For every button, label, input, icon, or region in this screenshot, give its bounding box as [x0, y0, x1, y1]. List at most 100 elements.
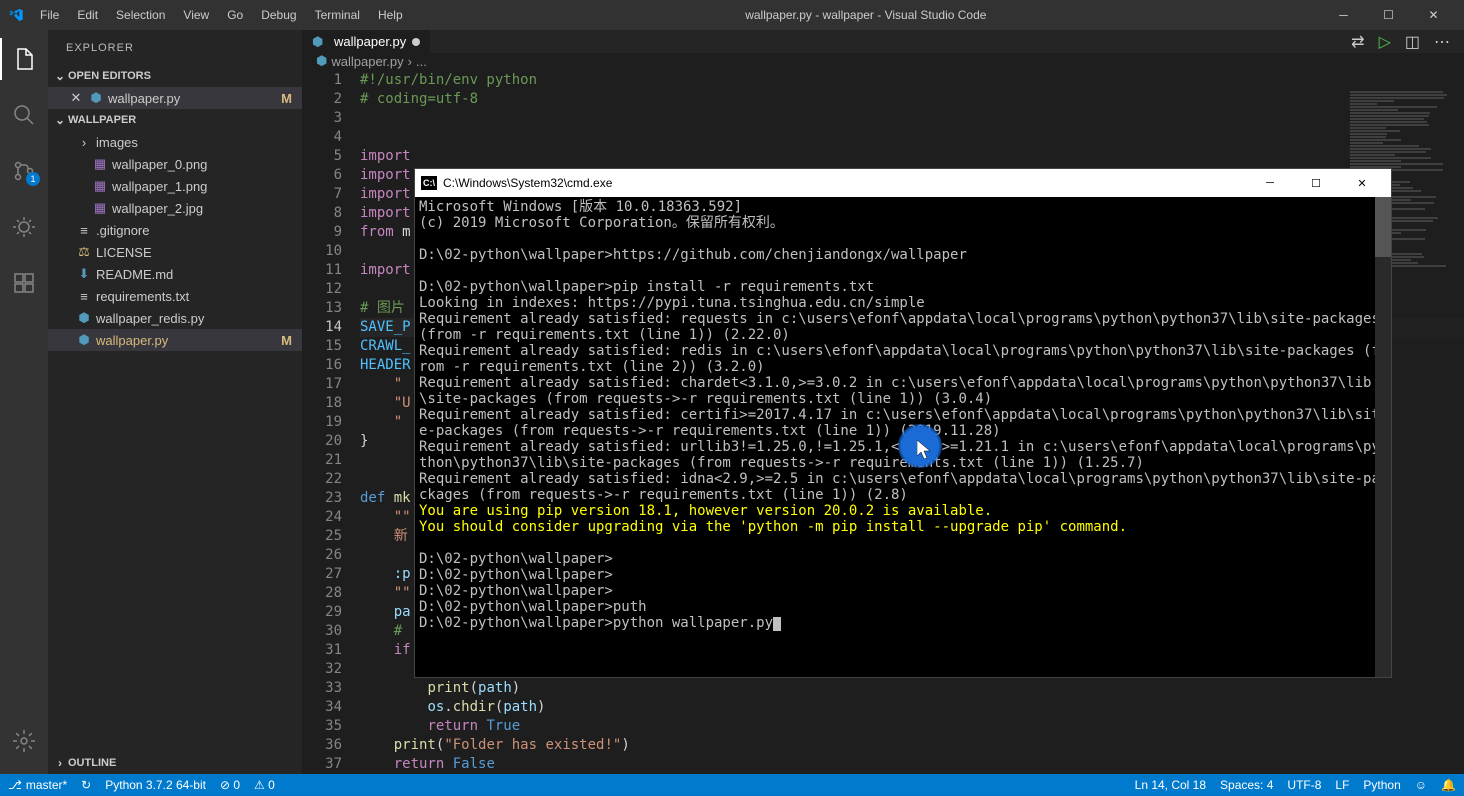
cmd-title-text: C:\Windows\System32\cmd.exe [443, 176, 612, 190]
code-line[interactable]: print("Folder has existed!") [360, 736, 1464, 755]
menu-debug[interactable]: Debug [253, 4, 304, 26]
scrollbar-thumb[interactable] [1375, 197, 1391, 257]
split-editor-icon[interactable]: ◫ [1405, 32, 1420, 52]
line-number: 36 [302, 736, 342, 755]
open-editors-header[interactable]: ⌄OPEN EDITORS [48, 65, 302, 87]
language-mode[interactable]: Python [1363, 778, 1400, 792]
line-number: 17 [302, 375, 342, 394]
file-item[interactable]: ≡.gitignore [48, 219, 302, 241]
line-number: 13 [302, 299, 342, 318]
modified-indicator: M [281, 333, 292, 348]
activity-bar: 1 [0, 30, 48, 774]
explorer-sidebar: EXPLORER ⌄OPEN EDITORS ✕⬢wallpaper.pyM ⌄… [48, 30, 302, 774]
line-number: 10 [302, 242, 342, 261]
cmd-maximize-button[interactable]: ☐ [1293, 169, 1339, 197]
tab-wallpaper-py[interactable]: ⬢ wallpaper.py [302, 30, 431, 53]
compare-changes-icon[interactable]: ⇄ [1351, 32, 1364, 52]
git-branch[interactable]: ⎇ master* [8, 778, 67, 792]
more-actions-icon[interactable]: ⋯ [1434, 32, 1450, 52]
img-icon: ▦ [92, 200, 108, 216]
cmd-titlebar[interactable]: C:\ C:\Windows\System32\cmd.exe ─ ☐ ✕ [415, 169, 1391, 197]
close-icon[interactable]: ✕ [68, 90, 84, 106]
code-line[interactable]: # coding=utf-8 [360, 90, 1464, 109]
editor-tabs: ⬢ wallpaper.py ⇄ ▷ ◫ ⋯ [302, 30, 1464, 53]
window-controls: ─ ☐ ✕ [1321, 0, 1456, 30]
menu-terminal[interactable]: Terminal [307, 4, 368, 26]
minimize-button[interactable]: ─ [1321, 0, 1366, 30]
line-number: 35 [302, 717, 342, 736]
line-number: 6 [302, 166, 342, 185]
file-item[interactable]: ⬢wallpaper_redis.py [48, 307, 302, 329]
debug-icon[interactable] [0, 206, 48, 248]
file-item[interactable]: ▦wallpaper_1.png [48, 175, 302, 197]
line-number: 21 [302, 451, 342, 470]
python-interpreter[interactable]: Python 3.7.2 64-bit [105, 778, 206, 792]
img-icon: ▦ [92, 178, 108, 194]
line-number: 20 [302, 432, 342, 451]
menu-go[interactable]: Go [219, 4, 251, 26]
workspace-header[interactable]: ⌄WALLPAPER [48, 109, 302, 131]
problems-warnings[interactable]: ⚠ 0 [254, 778, 275, 792]
search-icon[interactable] [0, 94, 48, 136]
file-item[interactable]: ≡requirements.txt [48, 285, 302, 307]
txt-icon: ≡ [76, 223, 92, 238]
open-editor-item[interactable]: ✕⬢wallpaper.pyM [48, 87, 302, 109]
outline-header[interactable]: ›OUTLINE [48, 752, 302, 774]
file-item[interactable]: ⬢wallpaper.pyM [48, 329, 302, 351]
code-line[interactable]: os.chdir(path) [360, 698, 1464, 717]
close-button[interactable]: ✕ [1411, 0, 1456, 30]
menu-edit[interactable]: Edit [69, 4, 106, 26]
cursor-position[interactable]: Ln 14, Col 18 [1135, 778, 1206, 792]
problems-errors[interactable]: ⊘ 0 [220, 778, 240, 792]
cmd-minimize-button[interactable]: ─ [1247, 169, 1293, 197]
cmd-output[interactable]: Microsoft Windows [版本 10.0.18363.592] (c… [415, 197, 1391, 677]
menu-selection[interactable]: Selection [108, 4, 173, 26]
line-number: 23 [302, 489, 342, 508]
menu-view[interactable]: View [175, 4, 217, 26]
git-sync[interactable]: ↻ [81, 778, 91, 792]
code-line[interactable]: return False [360, 755, 1464, 774]
line-gutter: 1234567891011121314151617181920212223242… [302, 69, 360, 774]
maximize-button[interactable]: ☐ [1366, 0, 1411, 30]
file-item[interactable]: ▦wallpaper_2.jpg [48, 197, 302, 219]
line-number: 25 [302, 527, 342, 546]
cmd-scrollbar[interactable] [1375, 197, 1391, 677]
extensions-icon[interactable] [0, 262, 48, 304]
explorer-icon[interactable] [0, 38, 48, 80]
menu-help[interactable]: Help [370, 4, 411, 26]
folder-item[interactable]: ›images [48, 131, 302, 153]
code-line[interactable]: import [360, 147, 1464, 166]
line-number: 34 [302, 698, 342, 717]
line-number: 9 [302, 223, 342, 242]
feedback-icon[interactable]: ☺ [1415, 778, 1427, 792]
file-item[interactable]: ⚖LICENSE [48, 241, 302, 263]
line-number: 8 [302, 204, 342, 223]
tab-label: wallpaper.py [334, 34, 406, 49]
code-line[interactable]: return True [360, 717, 1464, 736]
vscode-logo-icon [8, 7, 24, 23]
breadcrumb[interactable]: ⬢ wallpaper.py › ... [302, 53, 1464, 69]
code-line[interactable]: print(path) [360, 679, 1464, 698]
indentation[interactable]: Spaces: 4 [1220, 778, 1273, 792]
line-number: 32 [302, 660, 342, 679]
cmd-window[interactable]: C:\ C:\Windows\System32\cmd.exe ─ ☐ ✕ Mi… [414, 168, 1392, 678]
notifications-icon[interactable]: 🔔 [1441, 778, 1456, 792]
code-line[interactable]: #!/usr/bin/env python [360, 71, 1464, 90]
editor-actions: ⇄ ▷ ◫ ⋯ [1351, 30, 1464, 53]
run-icon[interactable]: ▷ [1379, 32, 1391, 52]
code-line[interactable] [360, 128, 1464, 147]
file-item[interactable]: ▦wallpaper_0.png [48, 153, 302, 175]
modified-dot-icon[interactable] [412, 38, 420, 46]
eol[interactable]: LF [1335, 778, 1349, 792]
cmd-close-button[interactable]: ✕ [1339, 169, 1385, 197]
scm-badge: 1 [26, 172, 40, 186]
code-line[interactable] [360, 109, 1464, 128]
encoding[interactable]: UTF-8 [1287, 778, 1321, 792]
line-number: 22 [302, 470, 342, 489]
file-item[interactable]: ⬇README.md [48, 263, 302, 285]
settings-gear-icon[interactable] [0, 720, 48, 762]
menu-file[interactable]: File [32, 4, 67, 26]
chevron-right-icon: › [52, 756, 68, 770]
line-number: 27 [302, 565, 342, 584]
source-control-icon[interactable]: 1 [0, 150, 48, 192]
